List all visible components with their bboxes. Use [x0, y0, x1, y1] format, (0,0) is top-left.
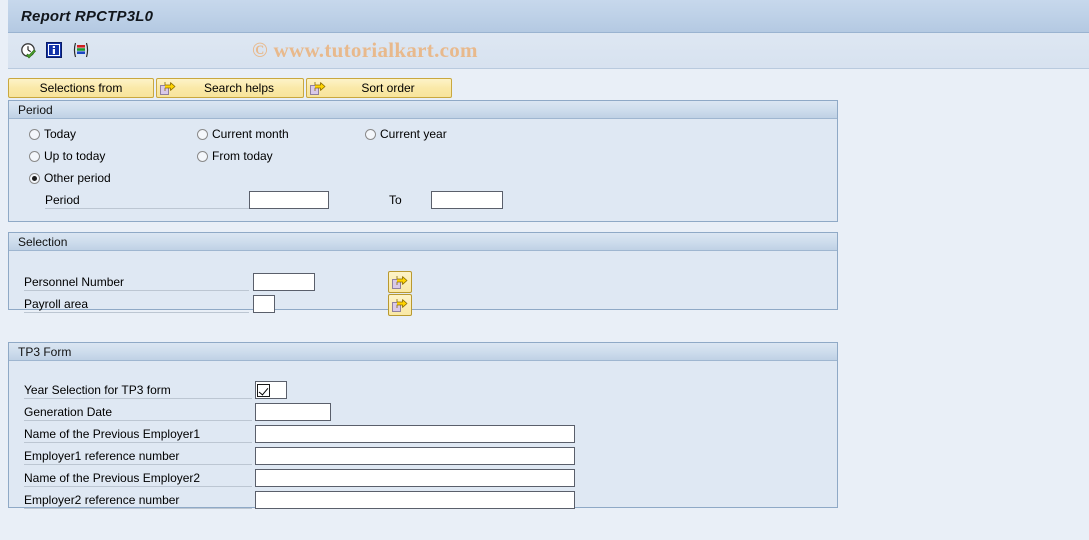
employer2-reference-number-input[interactable]: [255, 491, 575, 509]
previous-employer1-name-input[interactable]: [255, 425, 575, 443]
selection-group: Selection Personnel Number Payroll area: [8, 232, 838, 316]
action-button-row: Selections from Search helps Sort order: [8, 78, 452, 98]
arrow-page-icon: [392, 298, 408, 313]
search-helps-button-label: Search helps: [203, 81, 275, 95]
toolbar-icon-group: [8, 41, 90, 60]
info-icon[interactable]: [46, 41, 64, 60]
radio-current-year-label: Current year: [380, 127, 447, 141]
sap-report-window: Report RPCTP3L0 © www.tutorialkart.com S…: [0, 0, 1089, 540]
personnel-number-multiselect-button[interactable]: [388, 271, 412, 293]
previous-employer2-name-input[interactable]: [255, 469, 575, 487]
radio-current-year[interactable]: Current year: [365, 127, 447, 141]
radio-up-to-today-label: Up to today: [44, 149, 106, 163]
payroll-area-label: Payroll area: [24, 297, 249, 313]
radio-other-period-label: Other period: [44, 171, 111, 185]
tp3-form-group-title: TP3 Form: [18, 344, 72, 359]
arrow-page-icon: [310, 81, 326, 96]
search-helps-button[interactable]: Search helps: [156, 78, 304, 98]
selections-from-button-label: Selections from: [39, 81, 123, 95]
period-from-input[interactable]: [249, 191, 329, 209]
arrow-page-icon: [160, 81, 176, 96]
arrow-page-icon: [392, 275, 408, 290]
employer2-reference-number-label: Employer2 reference number: [24, 493, 252, 509]
radio-from-today-label: From today: [212, 149, 273, 163]
watermark-text: © www.tutorialkart.com: [252, 38, 478, 62]
radio-from-today[interactable]: From today: [197, 149, 273, 163]
sort-order-button-label: Sort order: [361, 81, 415, 95]
radio-current-year-circle: [365, 128, 376, 140]
year-selection-label: Year Selection for TP3 form: [24, 383, 252, 399]
radio-other-period[interactable]: Other period: [29, 171, 111, 185]
tp3-form-group-header: TP3 Form: [9, 343, 837, 361]
radio-current-month-circle: [197, 128, 208, 140]
selection-group-header: Selection: [9, 233, 837, 251]
employer1-reference-number-input[interactable]: [255, 447, 575, 465]
toolbar: [8, 33, 1089, 69]
period-from-label: Period: [45, 193, 249, 209]
execute-clock-check-icon[interactable]: [20, 42, 38, 60]
sort-order-button[interactable]: Sort order: [306, 78, 452, 98]
previous-employer1-name-label: Name of the Previous Employer1: [24, 427, 252, 443]
checkmark-icon: [257, 383, 270, 397]
radio-today-label: Today: [44, 127, 77, 141]
period-group: Period Today Current month Current year …: [8, 100, 838, 222]
selections-from-button[interactable]: Selections from: [8, 78, 154, 98]
selection-group-title: Selection: [18, 234, 68, 249]
employer1-reference-number-label: Employer1 reference number: [24, 449, 252, 465]
payroll-area-multiselect-button[interactable]: [388, 294, 412, 316]
radio-current-month-label: Current month: [212, 127, 289, 141]
window-title-bar: Report RPCTP3L0: [8, 0, 1089, 33]
radio-up-to-today-circle: [29, 150, 40, 162]
period-to-label: To: [389, 193, 402, 207]
radio-today-circle: [29, 128, 40, 140]
previous-employer2-name-label: Name of the Previous Employer2: [24, 471, 252, 487]
variant-icon[interactable]: [72, 42, 90, 60]
generation-date-label: Generation Date: [24, 405, 252, 421]
personnel-number-label: Personnel Number: [24, 275, 249, 291]
radio-up-to-today[interactable]: Up to today: [29, 149, 105, 163]
payroll-area-input[interactable]: [253, 295, 275, 313]
radio-other-period-circle: [29, 172, 40, 184]
radio-current-month[interactable]: Current month: [197, 127, 289, 141]
radio-today[interactable]: Today: [29, 127, 76, 141]
year-selection-checkbox-field[interactable]: [255, 381, 287, 399]
personnel-number-input[interactable]: [253, 273, 315, 291]
generation-date-input[interactable]: [255, 403, 331, 421]
radio-from-today-circle: [197, 150, 208, 162]
period-to-input[interactable]: [431, 191, 503, 209]
tp3-form-group: TP3 Form Year Selection for TP3 form Gen…: [8, 342, 838, 509]
page-title: Report RPCTP3L0: [21, 7, 154, 25]
period-group-header: Period: [9, 101, 837, 119]
period-group-title: Period: [18, 102, 53, 117]
